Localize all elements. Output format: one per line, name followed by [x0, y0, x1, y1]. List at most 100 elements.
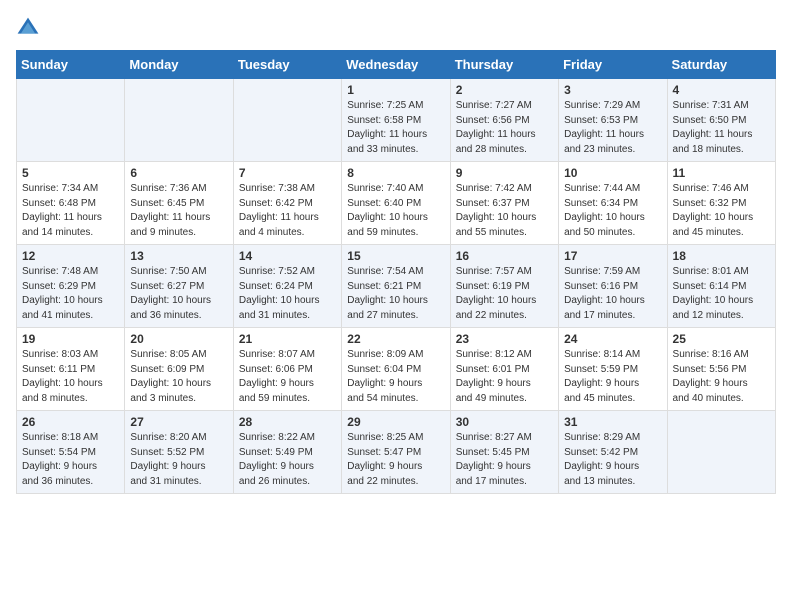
calendar-cell: 10 Sunrise: 7:44 AM Sunset: 6:34 PM Dayli…: [559, 162, 667, 245]
calendar-cell: [17, 79, 125, 162]
calendar-cell: 13 Sunrise: 7:50 AM Sunset: 6:27 PM Dayli…: [125, 245, 233, 328]
day-header-saturday: Saturday: [667, 51, 775, 79]
day-info: Sunrise: 8:25 AM Sunset: 5:47 PM Dayligh…: [347, 431, 444, 489]
day-info: Sunrise: 7:34 AM Sunset: 6:48 PM Dayligh…: [22, 182, 119, 240]
day-info: Sunrise: 8:29 AM Sunset: 5:42 PM Dayligh…: [564, 431, 661, 489]
week-row-2: 5 Sunrise: 7:34 AM Sunset: 6:48 PM Daylig…: [17, 162, 776, 245]
calendar-cell: 2Sunrise: 7:27 AM Sunset: 6:56 PM Daylig…: [450, 79, 558, 162]
day-number: 8: [347, 166, 444, 180]
day-header-friday: Friday: [559, 51, 667, 79]
day-number: 30: [456, 415, 553, 429]
day-info: Sunrise: 8:03 AM Sunset: 6:11 PM Dayligh…: [22, 348, 119, 406]
calendar-cell: [233, 79, 341, 162]
day-info: Sunrise: 7:44 AM Sunset: 6:34 PM Dayligh…: [564, 182, 661, 240]
calendar-table: SundayMondayTuesdayWednesdayThursdayFrid…: [16, 50, 776, 494]
calendar-cell: 28 Sunrise: 8:22 AM Sunset: 5:49 PM Dayli…: [233, 411, 341, 494]
calendar-cell: [667, 411, 775, 494]
calendar-cell: 17 Sunrise: 7:59 AM Sunset: 6:16 PM Dayli…: [559, 245, 667, 328]
logo-icon: [16, 16, 40, 40]
day-number: 11: [673, 166, 770, 180]
day-info: Sunrise: 8:05 AM Sunset: 6:09 PM Dayligh…: [130, 348, 227, 406]
day-number: 25: [673, 332, 770, 346]
day-header-sunday: Sunday: [17, 51, 125, 79]
day-number: 28: [239, 415, 336, 429]
day-number: 9: [456, 166, 553, 180]
calendar-cell: 20 Sunrise: 8:05 AM Sunset: 6:09 PM Dayli…: [125, 328, 233, 411]
calendar-cell: 16 Sunrise: 7:57 AM Sunset: 6:19 PM Dayli…: [450, 245, 558, 328]
day-number: 19: [22, 332, 119, 346]
calendar-cell: 21Sunrise: 8:07 AM Sunset: 6:06 PM Dayli…: [233, 328, 341, 411]
day-number: 13: [130, 249, 227, 263]
page-header: [16, 16, 776, 40]
day-number: 3: [564, 83, 661, 97]
logo: [16, 16, 44, 40]
day-number: 22: [347, 332, 444, 346]
day-info: Sunrise: 7:59 AM Sunset: 6:16 PM Dayligh…: [564, 265, 661, 323]
day-number: 17: [564, 249, 661, 263]
calendar-header: SundayMondayTuesdayWednesdayThursdayFrid…: [17, 51, 776, 79]
day-number: 12: [22, 249, 119, 263]
calendar-cell: 18 Sunrise: 8:01 AM Sunset: 6:14 PM Dayli…: [667, 245, 775, 328]
calendar-cell: 31 Sunrise: 8:29 AM Sunset: 5:42 PM Dayli…: [559, 411, 667, 494]
day-info: Sunrise: 7:46 AM Sunset: 6:32 PM Dayligh…: [673, 182, 770, 240]
day-header-wednesday: Wednesday: [342, 51, 450, 79]
day-info: Sunrise: 8:14 AM Sunset: 5:59 PM Dayligh…: [564, 348, 661, 406]
day-info: Sunrise: 7:31 AM Sunset: 6:50 PM Dayligh…: [673, 99, 770, 157]
day-info: Sunrise: 8:18 AM Sunset: 5:54 PM Dayligh…: [22, 431, 119, 489]
calendar-cell: 23 Sunrise: 8:12 AM Sunset: 6:01 PM Dayli…: [450, 328, 558, 411]
day-info: Sunrise: 8:20 AM Sunset: 5:52 PM Dayligh…: [130, 431, 227, 489]
calendar-cell: 3Sunrise: 7:29 AM Sunset: 6:53 PM Daylig…: [559, 79, 667, 162]
day-info: Sunrise: 7:48 AM Sunset: 6:29 PM Dayligh…: [22, 265, 119, 323]
day-info: Sunrise: 7:42 AM Sunset: 6:37 PM Dayligh…: [456, 182, 553, 240]
day-info: Sunrise: 7:38 AM Sunset: 6:42 PM Dayligh…: [239, 182, 336, 240]
day-number: 4: [673, 83, 770, 97]
day-number: 10: [564, 166, 661, 180]
calendar-cell: 19 Sunrise: 8:03 AM Sunset: 6:11 PM Dayli…: [17, 328, 125, 411]
day-info: Sunrise: 8:12 AM Sunset: 6:01 PM Dayligh…: [456, 348, 553, 406]
calendar-cell: 26 Sunrise: 8:18 AM Sunset: 5:54 PM Dayli…: [17, 411, 125, 494]
calendar-cell: 14 Sunrise: 7:52 AM Sunset: 6:24 PM Dayli…: [233, 245, 341, 328]
week-row-3: 12 Sunrise: 7:48 AM Sunset: 6:29 PM Dayli…: [17, 245, 776, 328]
day-number: 16: [456, 249, 553, 263]
day-number: 26: [22, 415, 119, 429]
day-header-monday: Monday: [125, 51, 233, 79]
day-number: 15: [347, 249, 444, 263]
week-row-1: 1Sunrise: 7:25 AM Sunset: 6:58 PM Daylig…: [17, 79, 776, 162]
day-info: Sunrise: 7:57 AM Sunset: 6:19 PM Dayligh…: [456, 265, 553, 323]
day-number: 14: [239, 249, 336, 263]
calendar-cell: 27 Sunrise: 8:20 AM Sunset: 5:52 PM Dayli…: [125, 411, 233, 494]
day-number: 1: [347, 83, 444, 97]
day-info: Sunrise: 7:36 AM Sunset: 6:45 PM Dayligh…: [130, 182, 227, 240]
day-number: 27: [130, 415, 227, 429]
day-info: Sunrise: 7:52 AM Sunset: 6:24 PM Dayligh…: [239, 265, 336, 323]
day-number: 29: [347, 415, 444, 429]
day-number: 2: [456, 83, 553, 97]
calendar-cell: 8 Sunrise: 7:40 AM Sunset: 6:40 PM Daylig…: [342, 162, 450, 245]
calendar-cell: 9 Sunrise: 7:42 AM Sunset: 6:37 PM Daylig…: [450, 162, 558, 245]
calendar-cell: 7 Sunrise: 7:38 AM Sunset: 6:42 PM Daylig…: [233, 162, 341, 245]
calendar-cell: 6Sunrise: 7:36 AM Sunset: 6:45 PM Daylig…: [125, 162, 233, 245]
day-number: 7: [239, 166, 336, 180]
day-info: Sunrise: 8:01 AM Sunset: 6:14 PM Dayligh…: [673, 265, 770, 323]
day-header-tuesday: Tuesday: [233, 51, 341, 79]
day-info: Sunrise: 7:40 AM Sunset: 6:40 PM Dayligh…: [347, 182, 444, 240]
calendar-cell: 22 Sunrise: 8:09 AM Sunset: 6:04 PM Dayli…: [342, 328, 450, 411]
day-info: Sunrise: 7:50 AM Sunset: 6:27 PM Dayligh…: [130, 265, 227, 323]
calendar-cell: [125, 79, 233, 162]
calendar-cell: 4 Sunrise: 7:31 AM Sunset: 6:50 PM Daylig…: [667, 79, 775, 162]
calendar-cell: 30 Sunrise: 8:27 AM Sunset: 5:45 PM Dayli…: [450, 411, 558, 494]
day-number: 18: [673, 249, 770, 263]
day-number: 5: [22, 166, 119, 180]
calendar-cell: 11 Sunrise: 7:46 AM Sunset: 6:32 PM Dayli…: [667, 162, 775, 245]
calendar-cell: 25 Sunrise: 8:16 AM Sunset: 5:56 PM Dayli…: [667, 328, 775, 411]
day-number: 23: [456, 332, 553, 346]
day-number: 20: [130, 332, 227, 346]
day-number: 31: [564, 415, 661, 429]
day-info: Sunrise: 8:27 AM Sunset: 5:45 PM Dayligh…: [456, 431, 553, 489]
week-row-4: 19 Sunrise: 8:03 AM Sunset: 6:11 PM Dayli…: [17, 328, 776, 411]
day-info: Sunrise: 8:09 AM Sunset: 6:04 PM Dayligh…: [347, 348, 444, 406]
calendar-cell: 12 Sunrise: 7:48 AM Sunset: 6:29 PM Dayli…: [17, 245, 125, 328]
day-info: Sunrise: 8:16 AM Sunset: 5:56 PM Dayligh…: [673, 348, 770, 406]
day-number: 21: [239, 332, 336, 346]
day-info: Sunrise: 8:22 AM Sunset: 5:49 PM Dayligh…: [239, 431, 336, 489]
